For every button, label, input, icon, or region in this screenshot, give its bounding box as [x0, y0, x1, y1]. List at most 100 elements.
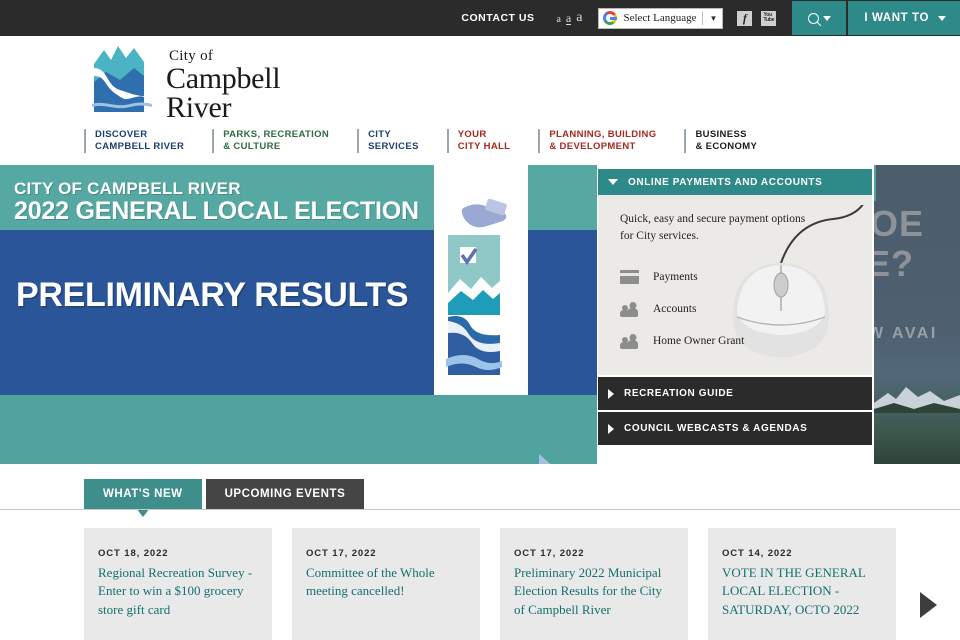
- news-card-title[interactable]: Committee of the Whole meeting cancelled…: [306, 564, 464, 601]
- news-card[interactable]: OCT 18, 2022 Regional Recreation Survey …: [84, 528, 272, 640]
- main-navigation: DISCOVER CAMPBELL RIVER PARKS, RECREATIO…: [0, 124, 960, 165]
- tab-label: UPCOMING EVENTS: [224, 488, 346, 500]
- i-want-to-menu[interactable]: I WANT TO: [848, 1, 960, 35]
- nav-label-line2: CAMPBELL RIVER: [95, 141, 185, 152]
- utility-top-bar: CONTACT US a a a Select Language ▼ f You…: [0, 0, 960, 36]
- accordion-header-online-payments[interactable]: ONLINE PAYMENTS AND ACCOUNTS: [598, 169, 872, 195]
- i-want-to-label: I WANT TO: [864, 12, 929, 24]
- link-accounts[interactable]: Accounts: [620, 293, 872, 325]
- contact-us-link[interactable]: CONTACT US: [461, 12, 534, 24]
- campbell-river-mountain-river-logo-icon: [90, 42, 154, 116]
- people-icon: [620, 301, 639, 317]
- hero-title-line3: PRELIMINARY RESULTS: [16, 276, 409, 314]
- search-icon: [805, 10, 822, 26]
- ballot-box-illustration-icon: [440, 198, 520, 379]
- divider: [0, 509, 960, 510]
- news-card-date: OCT 17, 2022: [514, 548, 585, 559]
- nav-label-line1: CITY: [368, 129, 392, 140]
- page-root: CONTACT US a a a Select Language ▼ f You…: [0, 0, 960, 640]
- divider: [702, 11, 704, 25]
- accordion-header-council-webcasts[interactable]: COUNCIL WEBCASTS & AGENDAS: [598, 412, 872, 445]
- nav-item-city-services[interactable]: CITY SERVICES: [357, 129, 419, 153]
- nav-item-parks-recreation-culture[interactable]: PARKS, RECREATION & CULTURE: [212, 129, 329, 153]
- news-card-title[interactable]: Preliminary 2022 Municipal Election Resu…: [514, 564, 672, 619]
- quick-links-accordion: ONLINE PAYMENTS AND ACCOUNTS Quick, easy…: [598, 169, 872, 454]
- nav-item-planning-building-development[interactable]: PLANNING, BUILDING & DEVELOPMENT: [538, 129, 656, 153]
- accordion-panel-body: Quick, easy and secure payment options f…: [598, 195, 872, 375]
- font-size-controls[interactable]: a a a: [556, 11, 582, 25]
- news-next-arrow[interactable]: [920, 592, 937, 618]
- logo-name-line2: River: [166, 90, 232, 124]
- news-card[interactable]: OCT 17, 2022 Preliminary 2022 Municipal …: [500, 528, 688, 640]
- accordion-description: Quick, easy and secure payment options f…: [620, 213, 806, 242]
- facebook-icon[interactable]: f: [737, 10, 753, 26]
- nav-item-your-city-hall[interactable]: YOUR CITY HALL: [446, 129, 511, 153]
- accordion-header-recreation-guide[interactable]: RECREATION GUIDE: [598, 377, 872, 410]
- people-icon: [620, 333, 639, 349]
- hero-slide3-text-2: E?: [874, 243, 915, 284]
- accordion-header-label: RECREATION GUIDE: [624, 388, 734, 399]
- link-label: Accounts: [653, 303, 697, 316]
- link-home-owner-grant[interactable]: Home Owner Grant: [620, 325, 872, 357]
- chevron-down-icon: ▼: [709, 13, 718, 23]
- news-card-date: OCT 14, 2022: [722, 548, 793, 559]
- youtube-icon-glyph: You Tube: [763, 11, 775, 23]
- credit-card-icon: [620, 270, 639, 285]
- triangle-right-icon: [608, 423, 614, 434]
- news-card[interactable]: OCT 14, 2022 VOTE IN THE GENERAL LOCAL E…: [708, 528, 960, 640]
- hero-slide3-text-3: W AVAI: [874, 325, 938, 342]
- link-label: Home Owner Grant: [653, 335, 745, 348]
- news-card-list: OCT 18, 2022 Regional Recreation Survey …: [84, 528, 960, 640]
- chevron-down-icon: [822, 15, 831, 21]
- language-select-dropdown[interactable]: Select Language ▼: [598, 7, 724, 29]
- tab-whats-new[interactable]: WHAT'S NEW: [84, 479, 202, 509]
- hero-title-line2: 2022 GENERAL LOCAL ELECTION: [14, 197, 419, 225]
- tab-label: WHAT'S NEW: [103, 488, 183, 500]
- site-header: City of Campbell River: [0, 36, 960, 124]
- nav-label-line1: PARKS, RECREATION: [223, 129, 330, 140]
- link-payments[interactable]: Payments: [620, 261, 872, 293]
- accordion-header-label: COUNCIL WEBCASTS & AGENDAS: [624, 423, 808, 434]
- chevron-down-icon: [938, 15, 946, 21]
- nav-label-line1: BUSINESS: [695, 129, 747, 140]
- triangle-down-icon: [608, 179, 618, 185]
- news-card-date: OCT 17, 2022: [306, 548, 377, 559]
- news-card[interactable]: OCT 17, 2022 Committee of the Whole meet…: [292, 528, 480, 640]
- hero-slide-teal-strip: [0, 395, 597, 464]
- site-logo[interactable]: City of Campbell River: [90, 42, 281, 124]
- language-select-label: Select Language: [623, 12, 697, 24]
- search-button[interactable]: [792, 1, 847, 35]
- nav-item-discover-campbell-river[interactable]: DISCOVER CAMPBELL RIVER: [84, 129, 184, 153]
- logo-name-line1: Campbell: [166, 62, 281, 95]
- youtube-icon[interactable]: You Tube: [761, 10, 777, 26]
- google-g-icon: [603, 11, 618, 25]
- hero-title-line1: CITY OF CAMPBELL RIVER: [14, 179, 241, 198]
- nav-label-line2: CITY HALL: [457, 141, 511, 152]
- nav-label-line2: & ECONOMY: [695, 141, 758, 152]
- font-size-small-button[interactable]: a: [556, 15, 560, 25]
- news-card-date: OCT 18, 2022: [98, 548, 169, 559]
- news-card-title[interactable]: VOTE IN THE GENERAL LOCAL ELECTION - SAT…: [722, 564, 880, 619]
- news-carousel-next-overlay: [900, 560, 960, 640]
- hero-slide-partial-right[interactable]: OE E? W AVAI: [874, 165, 960, 464]
- nav-label-line2: & DEVELOPMENT: [549, 141, 636, 152]
- mountain-photo: [874, 383, 960, 413]
- accordion-header-label: ONLINE PAYMENTS AND ACCOUNTS: [628, 176, 823, 188]
- nav-label-line1: YOUR: [457, 129, 487, 140]
- nav-label-line2: & CULTURE: [223, 141, 281, 152]
- nav-label-line1: DISCOVER: [95, 129, 148, 140]
- link-label: Payments: [653, 271, 698, 284]
- news-card-title[interactable]: Regional Recreation Survey - Enter to wi…: [98, 564, 256, 619]
- hero-slide-election[interactable]: CITY OF CAMPBELL RIVER 2022 GENERAL LOCA…: [0, 165, 597, 428]
- tab-upcoming-events[interactable]: UPCOMING EVENTS: [205, 479, 365, 509]
- carousel-next-arrow[interactable]: [539, 454, 565, 464]
- nav-label-line1: PLANNING, BUILDING: [549, 129, 657, 140]
- font-size-large-button[interactable]: a: [576, 11, 582, 25]
- hero-slide3-text-1: OE: [874, 203, 925, 244]
- triangle-right-icon: [608, 388, 614, 399]
- accordion-link-list: Payments Accounts Home Owner Grant: [620, 261, 872, 357]
- nav-item-business-economy[interactable]: BUSINESS & ECONOMY: [684, 129, 757, 153]
- nav-label-line2: SERVICES: [368, 141, 419, 152]
- site-logo-text: City of Campbell River: [166, 42, 281, 124]
- font-size-medium-button[interactable]: a: [565, 12, 572, 25]
